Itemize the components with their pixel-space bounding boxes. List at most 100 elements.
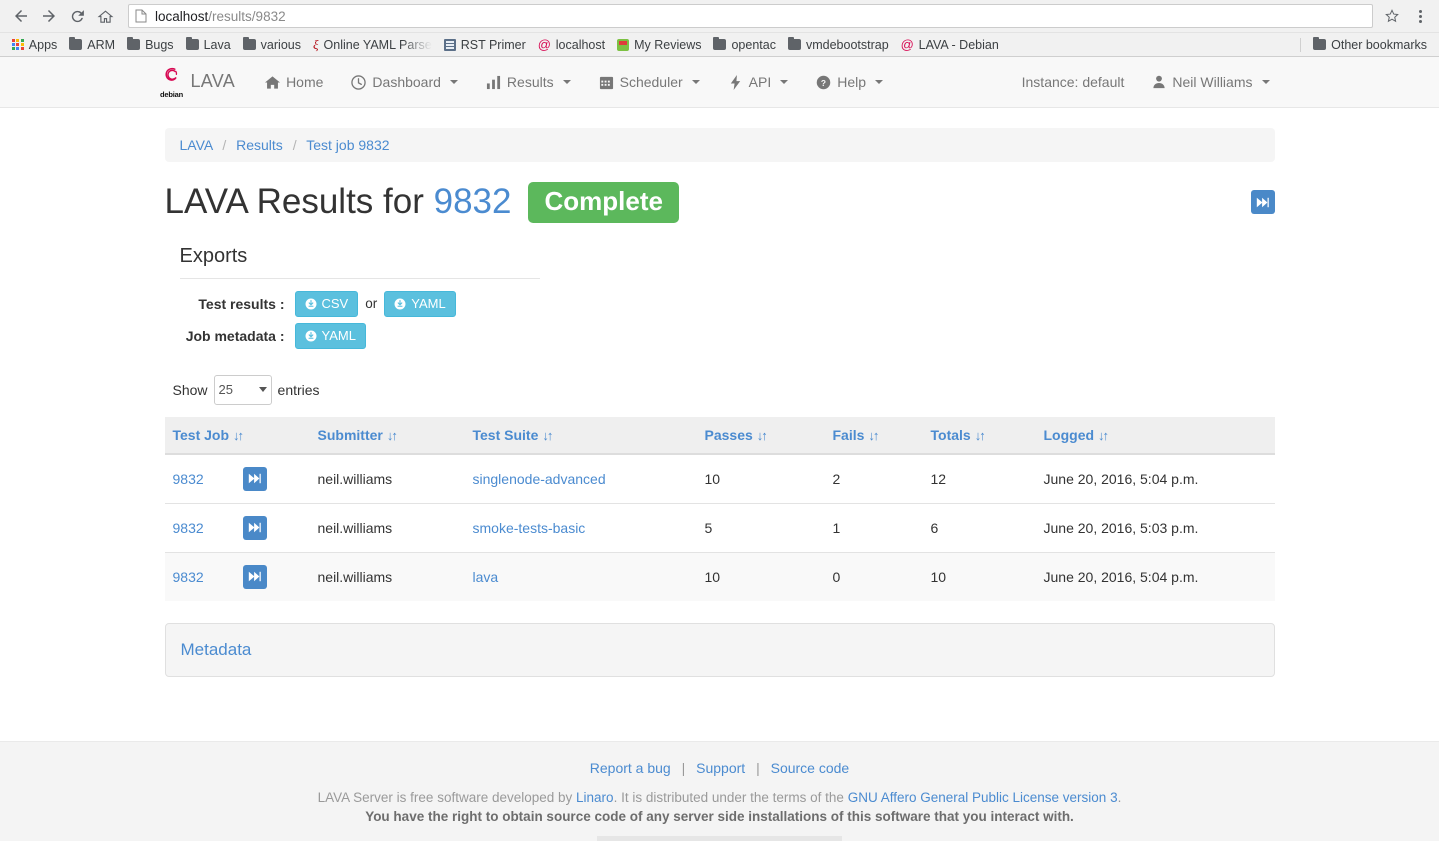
- nav-item-dashboard[interactable]: Dashboard: [337, 57, 472, 108]
- nav-item-results[interactable]: Results: [472, 57, 585, 108]
- reload-icon[interactable]: [64, 3, 90, 29]
- calendar-icon: [599, 75, 614, 90]
- bookmark-lava[interactable]: Lava: [180, 36, 237, 54]
- test-job-link[interactable]: 9832: [173, 569, 243, 585]
- bookmark-opentac[interactable]: opentac: [707, 36, 781, 54]
- brand-logo[interactable]: debian LAVA: [160, 65, 236, 97]
- test-job-link[interactable]: 9832: [173, 520, 243, 536]
- folder-icon: [127, 39, 140, 50]
- folder-icon: [788, 39, 801, 50]
- breadcrumb-separator: /: [287, 137, 303, 153]
- page-header: LAVA Results for 9832 Complete: [165, 182, 1275, 223]
- sort-icon: ↓↑: [975, 428, 984, 443]
- column-header-totals[interactable]: Totals↓↑: [923, 417, 1036, 454]
- metadata-link[interactable]: Metadata: [181, 640, 252, 659]
- column-header-test-job[interactable]: Test Job↓↑: [165, 417, 310, 454]
- bookmark-various[interactable]: various: [237, 36, 307, 54]
- show-label: Show: [173, 382, 208, 398]
- bookmarks-bar: Apps ARM Bugs Lava various ξ Online YAML…: [0, 32, 1439, 56]
- bookmark-label: opentac: [731, 38, 775, 52]
- report-a-bug-link[interactable]: Report a bug: [590, 760, 671, 776]
- source-code-link[interactable]: Source code: [771, 760, 850, 776]
- test-suite-link[interactable]: singlenode-advanced: [473, 471, 606, 487]
- nav-item-scheduler[interactable]: Scheduler: [585, 57, 714, 108]
- nav-item-user-menu[interactable]: Neil Williams: [1138, 57, 1283, 108]
- other-bookmarks-button[interactable]: Other bookmarks: [1307, 36, 1433, 54]
- bookmark-label: Lava: [204, 38, 231, 52]
- bar-chart-icon: [486, 75, 501, 90]
- bookmark-vmdebootstrap[interactable]: vmdebootstrap: [782, 36, 895, 54]
- column-header-passes[interactable]: Passes↓↑: [697, 417, 825, 454]
- bookmark-label: localhost: [556, 38, 605, 52]
- folder-icon: [186, 39, 199, 50]
- bookmark-arm[interactable]: ARM: [63, 36, 121, 54]
- cell-logged: June 20, 2016, 5:03 p.m.: [1036, 503, 1275, 552]
- question-circle-icon: ?: [816, 75, 831, 90]
- export-yaml-results-button[interactable]: YAML: [384, 291, 455, 317]
- navbar-right: Instance: default Neil Williams: [1008, 57, 1290, 108]
- back-arrow-icon[interactable]: [8, 3, 34, 29]
- exports-section: Exports Test results : CSV or YAML Job m…: [165, 245, 1275, 349]
- sort-icon: ↓↑: [757, 428, 766, 443]
- bookmark-rst-primer[interactable]: RST Primer: [438, 36, 532, 54]
- bookmark-my-reviews[interactable]: My Reviews: [611, 36, 707, 54]
- browser-chrome: localhost/results/9832 Apps ARM Bugs: [0, 0, 1439, 57]
- step-forward-icon[interactable]: [1251, 190, 1275, 214]
- nav-item-help[interactable]: ? Help: [802, 57, 897, 108]
- column-header-logged[interactable]: Logged↓↑: [1036, 417, 1275, 454]
- cell-totals: 6: [923, 503, 1036, 552]
- breadcrumb-item-test-job[interactable]: Test job 9832: [306, 137, 389, 153]
- test-suite-link[interactable]: smoke-tests-basic: [473, 520, 586, 536]
- step-forward-icon[interactable]: [243, 467, 267, 491]
- nav-item-api[interactable]: API: [714, 57, 803, 108]
- breadcrumb-item-lava[interactable]: LAVA: [180, 137, 213, 153]
- download-circle-icon: [305, 330, 317, 342]
- chevron-down-icon: [875, 80, 883, 84]
- column-header-test-suite[interactable]: Test Suite↓↑: [465, 417, 697, 454]
- bookmark-apps[interactable]: Apps: [6, 36, 63, 54]
- divider: [180, 278, 540, 279]
- bookmark-localhost[interactable]: @ localhost: [532, 36, 611, 54]
- linaro-link[interactable]: Linaro: [576, 790, 614, 805]
- table-row: 9832 neil.williams singlenode-advanced 1…: [165, 454, 1275, 504]
- export-csv-button[interactable]: CSV: [295, 291, 359, 317]
- sort-icon: ↓↑: [233, 428, 242, 443]
- chevron-down-icon: [563, 80, 571, 84]
- bookmark-lava-debian[interactable]: @ LAVA - Debian: [895, 36, 1005, 54]
- support-link[interactable]: Support: [696, 760, 745, 776]
- column-label: Logged: [1044, 427, 1095, 443]
- column-header-submitter[interactable]: Submitter↓↑: [310, 417, 465, 454]
- breadcrumb-item-results[interactable]: Results: [236, 137, 283, 153]
- dashboard-clock-icon: [351, 75, 366, 90]
- forward-arrow-icon[interactable]: [36, 3, 62, 29]
- test-job-link[interactable]: 9832: [173, 471, 243, 487]
- page-title-prefix: LAVA Results for: [165, 182, 424, 221]
- footer-separator: |: [675, 760, 693, 776]
- bookmark-bugs[interactable]: Bugs: [121, 36, 180, 54]
- home-icon[interactable]: [92, 3, 118, 29]
- table-body: 9832 neil.williams singlenode-advanced 1…: [165, 454, 1275, 601]
- page-length-select[interactable]: 25: [214, 375, 272, 405]
- bookmark-star-icon[interactable]: [1379, 3, 1405, 29]
- nav-item-home[interactable]: Home: [251, 57, 337, 108]
- nav-label: Results: [507, 74, 554, 90]
- column-label: Submitter: [318, 427, 383, 443]
- export-button-label: YAML: [411, 295, 445, 313]
- license-link[interactable]: GNU Affero General Public License versio…: [848, 790, 1118, 805]
- address-bar[interactable]: localhost/results/9832: [128, 4, 1373, 28]
- step-forward-icon[interactable]: [243, 565, 267, 589]
- page-document-icon: [135, 9, 147, 23]
- table-row: 9832 neil.williams lava 10 0 10 June 20,…: [165, 552, 1275, 601]
- footer-separator: |: [749, 760, 767, 776]
- nav-label: Home: [286, 74, 323, 90]
- home-icon: [265, 75, 280, 90]
- browser-menu-icon[interactable]: [1409, 3, 1431, 29]
- test-suite-link[interactable]: lava: [473, 569, 499, 585]
- page-title-job-number[interactable]: 9832: [434, 182, 512, 221]
- nav-label: Scheduler: [620, 74, 683, 90]
- step-forward-icon[interactable]: [243, 516, 267, 540]
- export-yaml-metadata-button[interactable]: YAML: [295, 323, 366, 349]
- column-header-fails[interactable]: Fails↓↑: [825, 417, 923, 454]
- datatable-length-control: Show 25 entries: [165, 375, 1275, 405]
- bookmark-online-yaml-parser[interactable]: ξ Online YAML Parse: [307, 35, 438, 55]
